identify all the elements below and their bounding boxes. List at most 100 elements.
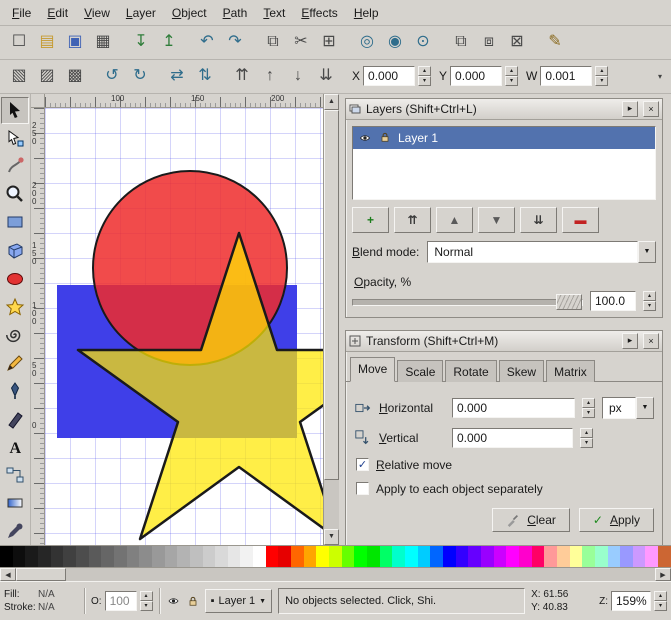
tool-control-button-rotate-90-ccw[interactable]: ↺ <box>98 62 126 90</box>
tool-control-button-select-all-layers[interactable]: ▨ <box>33 62 61 90</box>
spin-up-icon[interactable]: ▴ <box>595 66 608 76</box>
current-layer-select[interactable]: ▪ Layer 1 ▼ <box>205 589 273 613</box>
palette-swatch[interactable] <box>304 546 317 567</box>
tab-skew[interactable]: Skew <box>499 360 544 382</box>
fill-stroke-indicator[interactable]: Fill: N/A Stroke: N/A <box>4 588 78 614</box>
palette-swatch[interactable] <box>51 546 64 567</box>
layer-button-new-layer[interactable]: + <box>352 207 389 233</box>
palette-swatch[interactable] <box>25 546 38 567</box>
spin-down-icon[interactable]: ▾ <box>595 76 608 86</box>
palette-swatch[interactable] <box>76 546 89 567</box>
tool-control-button-lower-to-bottom[interactable]: ⇊ <box>312 62 340 90</box>
horizontal-ruler[interactable]: 100150200 <box>45 94 323 108</box>
palette-swatch[interactable] <box>418 546 431 567</box>
layer-button-lower-layer-to-bottom[interactable]: ⇊ <box>520 207 557 233</box>
layer-button-raise-layer[interactable]: ▲ <box>436 207 473 233</box>
field-input[interactable]: 0.000 <box>363 66 415 86</box>
blend-mode-select[interactable]: Normal ▼ <box>427 241 656 263</box>
tool-connector-button[interactable] <box>1 461 29 488</box>
toolbar-button-new-document[interactable]: ☐ <box>5 28 33 56</box>
palette-swatch[interactable] <box>228 546 241 567</box>
palette-swatch[interactable] <box>582 546 595 567</box>
horizontal-input[interactable]: 0.000 <box>452 398 575 418</box>
tool-rectangle-button[interactable] <box>1 209 29 236</box>
palette-swatch[interactable] <box>544 546 557 567</box>
palette-swatch[interactable] <box>481 546 494 567</box>
toolbar-button-save-document[interactable]: ▣ <box>61 28 89 56</box>
spin-up-icon[interactable]: ▴ <box>418 66 431 76</box>
tool-control-button-deselect[interactable]: ▩ <box>61 62 89 90</box>
tab-move[interactable]: Move <box>350 357 395 382</box>
palette-swatch[interactable] <box>101 546 114 567</box>
opacity-slider-thumb[interactable] <box>556 294 582 310</box>
tool-calligraphy-button[interactable] <box>1 405 29 432</box>
tool-node-editor-button[interactable] <box>1 125 29 152</box>
panel-close-icon[interactable]: × <box>643 101 659 117</box>
palette-swatch[interactable] <box>506 546 519 567</box>
palette-swatch[interactable] <box>0 546 13 567</box>
palette-swatch[interactable] <box>570 546 583 567</box>
tool-control-button-raise[interactable]: ↑ <box>256 62 284 90</box>
palette-swatch[interactable] <box>63 546 76 567</box>
tool-dropper-button[interactable] <box>1 518 29 545</box>
palette-swatch[interactable] <box>443 546 456 567</box>
menu-item-view[interactable]: View <box>76 2 118 24</box>
layer-lock-icon[interactable] <box>187 595 199 608</box>
tool-control-button-flip-horizontal[interactable]: ⇄ <box>163 62 191 90</box>
clear-button[interactable]: Clear <box>492 508 570 532</box>
tool-ellipse-button[interactable] <box>1 265 29 292</box>
palette-swatch[interactable] <box>127 546 140 567</box>
menu-item-object[interactable]: Object <box>164 2 215 24</box>
toolbar-button-unlink-clone[interactable]: ⊠ <box>503 28 531 56</box>
palette-swatch[interactable] <box>291 546 304 567</box>
palette-swatch[interactable] <box>190 546 203 567</box>
spin-down-icon[interactable]: ▾ <box>505 76 518 86</box>
tool-control-button-flip-vertical[interactable]: ⇅ <box>191 62 219 90</box>
tool-selector-button[interactable] <box>1 97 29 124</box>
tool-zoom-button[interactable] <box>1 181 29 208</box>
vertical-scrollbar-thumb[interactable] <box>324 110 339 480</box>
tool-spiral-button[interactable] <box>1 321 29 348</box>
spin-up-icon[interactable]: ▴ <box>643 291 656 301</box>
tab-scale[interactable]: Scale <box>397 360 443 382</box>
unit-select[interactable]: px ▼ <box>602 397 654 419</box>
spin-down-icon[interactable]: ▾ <box>654 601 667 611</box>
tool-tweak-button[interactable] <box>1 153 29 180</box>
spin-up-icon[interactable]: ▴ <box>505 66 518 76</box>
spin-down-icon[interactable]: ▾ <box>140 601 153 611</box>
field-input[interactable]: 0.001 <box>540 66 592 86</box>
toolbar-button-zoom-to-selection[interactable]: ◎ <box>353 28 381 56</box>
vertical-scrollbar[interactable]: ▲ ▼ <box>323 94 339 545</box>
layers-panel-titlebar[interactable]: Layers (Shift+Ctrl+L) ▸ × <box>346 99 662 120</box>
toolbar-button-duplicate[interactable]: ⧉ <box>447 28 475 56</box>
toolbar-button-zoom-to-page[interactable]: ⊙ <box>409 28 437 56</box>
menu-item-text[interactable]: Text <box>255 2 293 24</box>
palette-swatch[interactable] <box>38 546 51 567</box>
menu-item-layer[interactable]: Layer <box>118 2 164 24</box>
opacity-slider[interactable] <box>352 292 583 310</box>
palette-swatch[interactable] <box>152 546 165 567</box>
palette-swatch[interactable] <box>557 546 570 567</box>
vertical-scrollbar-trough[interactable] <box>324 480 339 529</box>
palette-swatch[interactable] <box>177 546 190 567</box>
menu-item-file[interactable]: File <box>4 2 39 24</box>
palette-swatch[interactable] <box>114 546 127 567</box>
apply-each-checkbox[interactable] <box>356 482 369 495</box>
tool-control-button-lower[interactable]: ↓ <box>284 62 312 90</box>
spin-down-icon[interactable]: ▾ <box>418 76 431 86</box>
layer-visibility-icon[interactable] <box>358 132 372 144</box>
tool-pen-button[interactable] <box>1 377 29 404</box>
layer-button-lower-layer[interactable]: ▼ <box>478 207 515 233</box>
tool-pencil-button[interactable] <box>1 349 29 376</box>
spin-down-icon[interactable]: ▾ <box>582 408 595 418</box>
zoom-input[interactable]: 159% <box>611 591 651 611</box>
canvas[interactable] <box>45 108 323 545</box>
toolbar-button-print-document[interactable]: ▦ <box>89 28 117 56</box>
spin-up-icon[interactable]: ▴ <box>582 398 595 408</box>
palette-swatch[interactable] <box>13 546 26 567</box>
spin-up-icon[interactable]: ▴ <box>654 591 667 601</box>
toolbar-button-zoom-to-drawing[interactable]: ◉ <box>381 28 409 56</box>
tool-control-button-select-all[interactable]: ▧ <box>5 62 33 90</box>
horizontal-scrollbar[interactable]: ◀ ▶ <box>0 567 671 582</box>
chevron-down-icon[interactable]: ▼ <box>638 241 656 263</box>
